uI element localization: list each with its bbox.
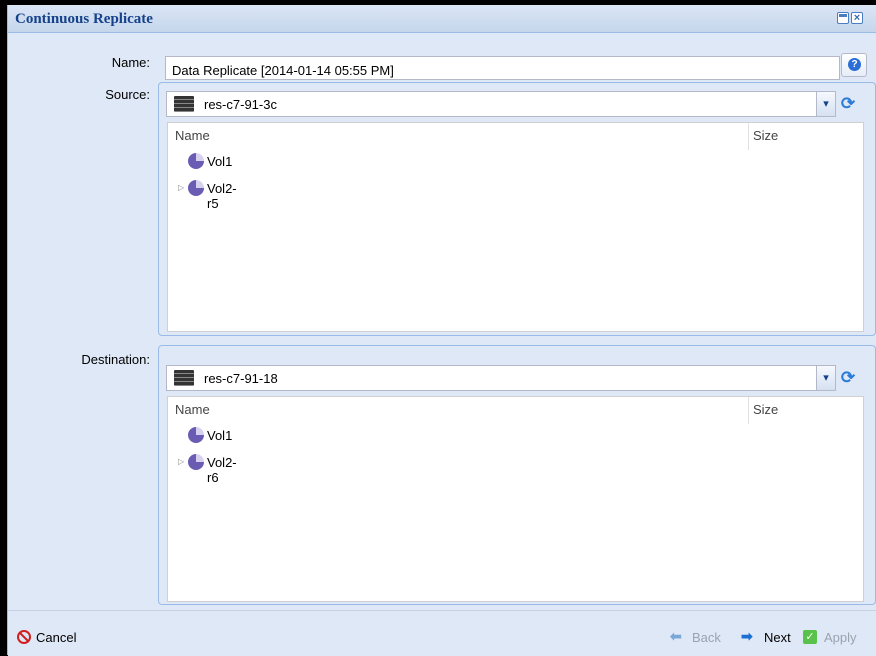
refresh-icon[interactable]: ⟳	[839, 369, 857, 387]
source-panel: res-c7-91-3c ▾ ⟳ Name Size Vol1 ▷ Vol2-r…	[158, 82, 876, 336]
destination-panel: res-c7-91-18 ▾ ⟳ Name Size Vol1 ▷ Vol2-r…	[158, 345, 876, 605]
cancel-icon	[17, 630, 31, 644]
apply-label: Apply	[824, 630, 857, 645]
help-icon: ?	[848, 58, 861, 71]
destination-server-select[interactable]: res-c7-91-18 ▾	[166, 365, 836, 391]
column-divider	[748, 123, 749, 150]
back-label: Back	[692, 630, 721, 645]
expand-icon[interactable]: ▷	[178, 183, 184, 192]
column-divider	[748, 397, 749, 424]
source-server-value: res-c7-91-3c	[204, 97, 277, 112]
chevron-down-icon[interactable]: ▾	[816, 366, 835, 390]
column-header-size[interactable]: Size	[753, 402, 778, 417]
title-bar: Continuous Replicate ×	[8, 5, 876, 33]
destination-server-value: res-c7-91-18	[204, 371, 278, 386]
volume-name: Vol1	[207, 428, 233, 443]
check-icon: ✓	[803, 630, 817, 644]
continuous-replicate-dialog: Continuous Replicate × Name: Data Replic…	[7, 5, 876, 656]
server-icon	[174, 370, 194, 386]
arrow-right-icon: ➡	[741, 628, 753, 644]
column-header-name[interactable]: Name	[175, 402, 210, 417]
volume-icon	[188, 153, 204, 169]
next-label: Next	[764, 630, 791, 645]
volume-icon	[188, 427, 204, 443]
dialog-footer: Cancel ⬅ Back ➡ Next ✓ Apply	[8, 610, 876, 656]
refresh-icon[interactable]: ⟳	[839, 95, 857, 113]
volume-icon	[188, 180, 204, 196]
help-button[interactable]: ?	[841, 53, 867, 77]
destination-label: Destination:	[81, 352, 150, 367]
column-header-name[interactable]: Name	[175, 128, 210, 143]
cancel-label: Cancel	[36, 630, 77, 645]
destination-volume-tree: Name Size Vol1 ▷ Vol2-r6	[167, 396, 864, 602]
arrow-left-icon: ⬅	[670, 628, 682, 644]
dialog-title: Continuous Replicate	[15, 11, 153, 27]
volume-name: Vol1	[207, 154, 233, 169]
expand-icon[interactable]: ▷	[178, 457, 184, 466]
source-volume-tree: Name Size Vol1 ▷ Vol2-r5	[167, 122, 864, 332]
name-label: Name:	[111, 55, 150, 70]
source-label: Source:	[105, 87, 150, 102]
maximize-icon[interactable]	[837, 12, 849, 24]
source-server-select[interactable]: res-c7-91-3c ▾	[166, 91, 836, 117]
volume-name: Vol2-r6	[207, 455, 237, 485]
volume-name: Vol2-r5	[207, 181, 237, 211]
name-field[interactable]: Data Replicate [2014-01-14 05:55 PM]	[165, 56, 840, 80]
volume-icon	[188, 454, 204, 470]
chevron-down-icon[interactable]: ▾	[816, 92, 835, 116]
column-header-size[interactable]: Size	[753, 128, 778, 143]
server-icon	[174, 96, 194, 112]
close-icon[interactable]: ×	[851, 12, 863, 24]
